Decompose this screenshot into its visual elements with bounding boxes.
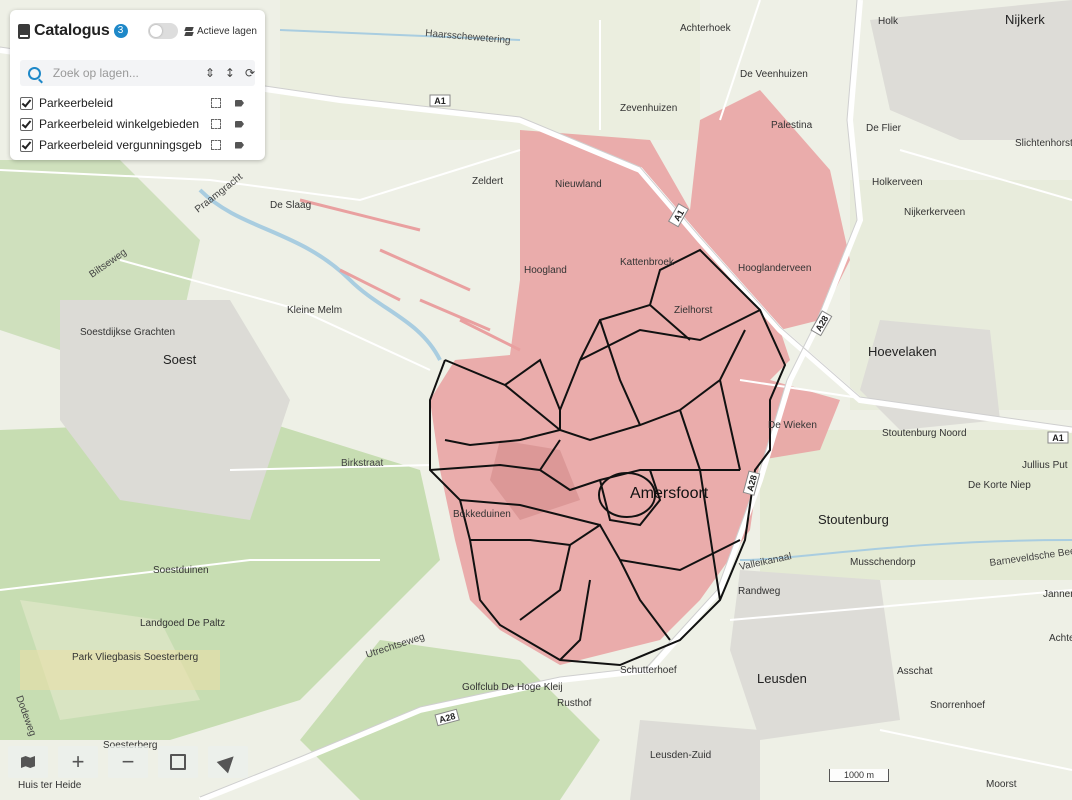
locate-icon [216, 750, 240, 774]
map-label: De Korte Niep [968, 480, 1031, 491]
layer-search-bar: ⇕ ↕ ⟳ [20, 60, 255, 86]
map-icon [21, 755, 35, 769]
map-label: De Slaag [270, 200, 311, 211]
locate-button[interactable] [208, 746, 248, 778]
zoom-out-button[interactable]: − [108, 746, 148, 778]
map-label: Golfclub De Hoge Kleij [462, 682, 563, 693]
layer-search-input[interactable] [50, 65, 195, 81]
map-label: Rusthof [557, 698, 592, 709]
map-label: Holk [878, 16, 899, 27]
map-label: Achte [1049, 633, 1072, 644]
map-label: Palestina [771, 120, 813, 131]
map-label: Zevenhuizen [620, 103, 677, 114]
map-label: Nieuwland [555, 179, 602, 190]
catalogus-header: Catalogus 3 Actieve lagen [18, 18, 257, 44]
plus-icon: + [71, 749, 85, 774]
map-label: Soestduinen [153, 565, 209, 576]
zoom-to-layer-icon[interactable] [211, 140, 221, 150]
scale-bar: 1000 m [829, 769, 889, 782]
layer-item: Parkeerbeleid [20, 94, 255, 112]
layer-label: Parkeerbeleid vergunningsgeb [39, 138, 202, 152]
catalogus-title: Catalogus [34, 22, 110, 39]
active-layers-toggle[interactable] [147, 23, 178, 39]
zoom-to-layer-icon[interactable] [211, 98, 221, 108]
map-label: Leusden [757, 671, 807, 686]
map-label: Kattenbroek [620, 257, 675, 268]
layer-label: Parkeerbeleid [39, 96, 114, 110]
map-label: Soest [163, 352, 197, 367]
map-label: Nijkerkerveen [904, 207, 965, 218]
map-label: Snorrenhoef [930, 700, 985, 711]
layer-count-badge: 3 [113, 24, 128, 38]
map-label: Randweg [738, 586, 780, 597]
map-label: Jullius Put [1022, 460, 1068, 471]
road-shield-label: A1 [434, 96, 446, 106]
map-label: Park Vliegbasis Soesterberg [72, 652, 198, 663]
map-label: Slichtenhorst [1015, 138, 1072, 149]
fit-extent-button[interactable] [158, 746, 198, 778]
map-label: Zeldert [472, 176, 503, 187]
refresh-icon[interactable]: ⟳ [245, 66, 255, 80]
map-label: Moorst [986, 779, 1017, 790]
map-label: Kleine Melm [287, 305, 342, 316]
map-label: Hoogland [524, 265, 567, 276]
active-layers-label: Actieve lagen [196, 25, 257, 37]
map-label: Nijkerk [1005, 12, 1045, 27]
map-label: Musschendorp [850, 557, 916, 568]
map-label: Leusden-Zuid [650, 750, 711, 761]
map-label: Jannen [1043, 589, 1072, 600]
search-icon [28, 66, 41, 80]
map-label: Asschat [897, 666, 933, 677]
layer-checkbox[interactable] [20, 96, 33, 110]
map-label: Holkerveen [872, 177, 923, 188]
tag-icon[interactable] [235, 141, 244, 149]
map-label: Zielhorst [674, 305, 713, 316]
layer-item: Parkeerbeleid vergunningsgeb [20, 136, 255, 154]
map-label: Landgoed De Paltz [140, 618, 225, 629]
collapse-icon[interactable]: ⇕ [205, 66, 215, 80]
tag-icon[interactable] [235, 120, 244, 128]
map-label: Achterhoek [680, 23, 732, 34]
layer-item: Parkeerbeleid winkelgebieden [20, 115, 255, 133]
map-label: De Flier [866, 123, 902, 134]
map-label: Bokkeduinen [453, 509, 511, 520]
basemap-button[interactable] [8, 746, 48, 778]
map-label: Schutterhoef [620, 665, 677, 676]
map-label: Birkstraat [341, 458, 383, 469]
layers-icon [184, 26, 194, 36]
map-label: Amersfoort [630, 485, 709, 502]
map-label: De Wieken [768, 420, 817, 431]
catalogus-panel: Catalogus 3 Actieve lagen ⇕ ↕ ⟳ Parkeerb… [10, 10, 265, 160]
map-label: De Veenhuizen [740, 69, 808, 80]
expand-icon[interactable]: ↕ [225, 66, 235, 80]
layer-label: Parkeerbeleid winkelgebieden [39, 117, 200, 131]
fit-extent-icon [170, 754, 186, 770]
map-label: Huis ter Heide [18, 780, 82, 791]
map-label: Soestdijkse Grachten [80, 327, 175, 338]
map-label: Stoutenburg [818, 512, 889, 527]
map-label: Stoutenburg Noord [882, 428, 967, 439]
road-shield-label: A1 [1052, 433, 1064, 443]
zoom-in-button[interactable]: + [58, 746, 98, 778]
minus-icon: − [121, 749, 135, 774]
map-label: Hooglanderveen [738, 263, 811, 274]
layer-checkbox[interactable] [20, 138, 33, 152]
tag-icon[interactable] [235, 99, 244, 107]
layer-checkbox[interactable] [20, 117, 33, 131]
book-icon [18, 23, 30, 39]
map-label: Hoevelaken [868, 344, 937, 359]
zoom-to-layer-icon[interactable] [211, 119, 221, 129]
